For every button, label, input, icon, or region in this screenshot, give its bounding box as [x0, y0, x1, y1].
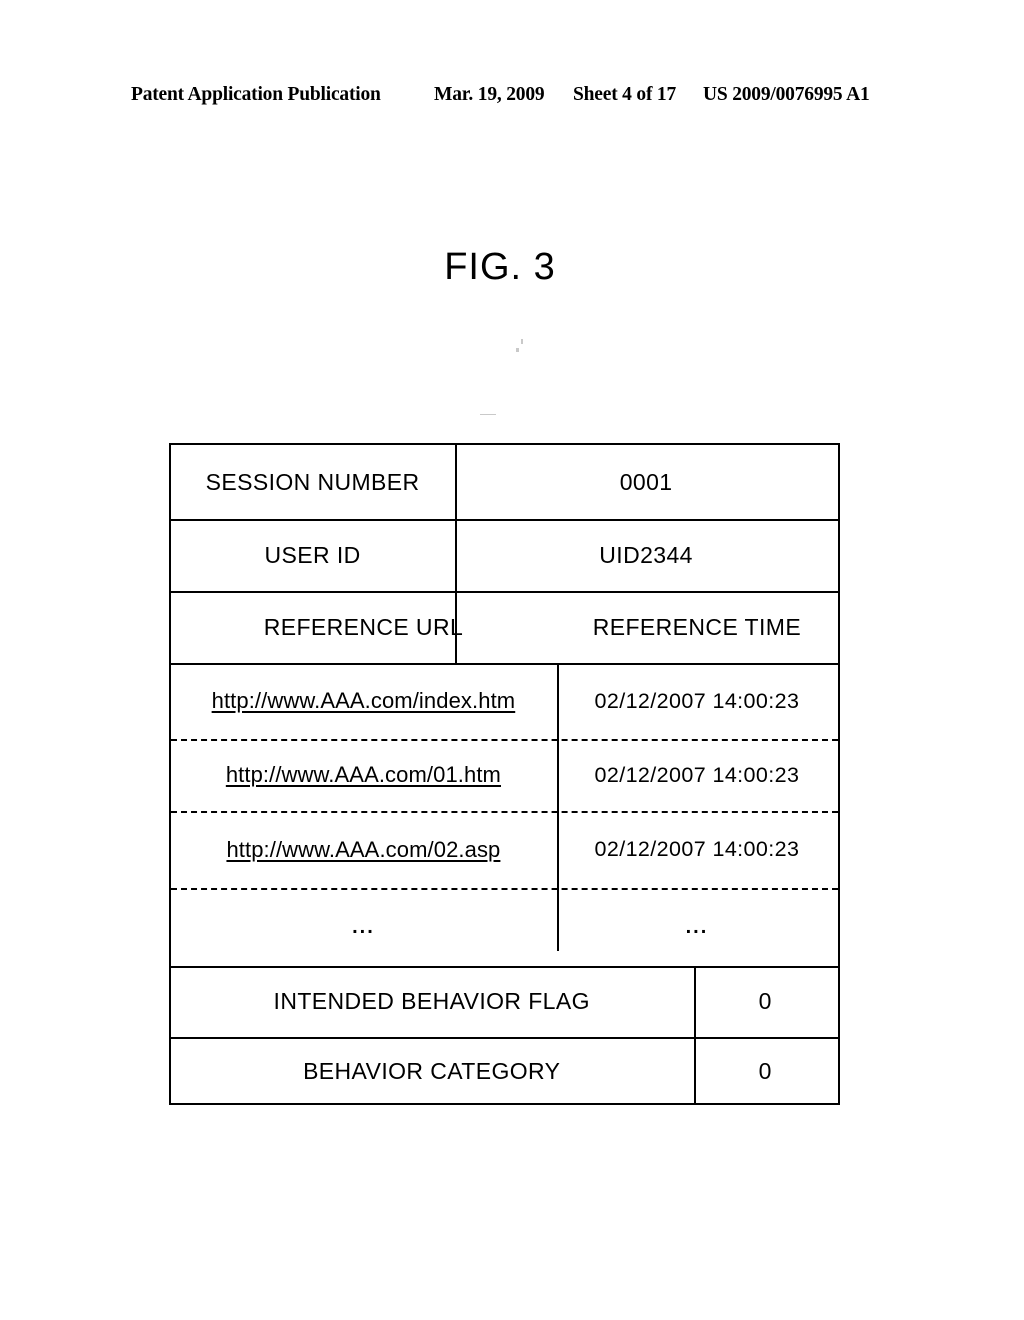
reference-time-header: REFERENCE TIME: [592, 613, 802, 640]
reference-url-header: REFERENCE URL: [263, 613, 464, 640]
session-record-table: SESSION NUMBER 0001 USER ID UID2344 REFE…: [169, 443, 840, 1105]
session-number-label: SESSION NUMBER: [205, 468, 420, 495]
behavior-category-value: 0: [758, 1057, 772, 1084]
table-row: http://www.AAA.com/02.asp 02/12/2007 14:…: [171, 811, 838, 888]
publication-date: Mar. 19, 2009: [434, 84, 545, 105]
scan-artifact: [516, 348, 519, 352]
ellipsis-icon: ...: [685, 915, 709, 938]
reference-time-cell: 02/12/2007 14:00:23: [594, 837, 800, 861]
continuation-url-ellipsis: ...: [171, 888, 556, 966]
user-id-value: UID2344: [599, 541, 693, 568]
scan-artifact: [480, 414, 496, 415]
reference-time-cell: 02/12/2007 14:00:23: [594, 688, 800, 713]
publication-label: Patent Application Publication: [131, 84, 381, 105]
figure-title-text: FIG. 3: [444, 246, 556, 288]
scan-artifact: [521, 339, 523, 344]
page-header: Patent Application Publication Mar. 19, …: [0, 84, 1024, 110]
table-row-continuation: ... ...: [171, 888, 838, 966]
table-row-user-id: USER ID UID2344: [171, 519, 838, 591]
reference-url-cell: http://www.AAA.com/01.htm: [171, 739, 556, 811]
table-row-reference-headers: REFERENCE URL REFERENCE TIME: [171, 591, 838, 663]
figure-title: FIG. 3: [0, 246, 1024, 289]
document-number: US 2009/0076995 A1: [703, 84, 870, 105]
table-row-behavior-category: BEHAVIOR CATEGORY 0: [171, 1037, 838, 1105]
reference-url-cell: http://www.AAA.com/02.asp: [171, 811, 556, 888]
behavior-category-label: BEHAVIOR CATEGORY: [303, 1057, 561, 1084]
table-row: http://www.AAA.com/01.htm 02/12/2007 14:…: [171, 739, 838, 811]
user-id-label: USER ID: [264, 541, 361, 568]
sheet-number: Sheet 4 of 17: [573, 84, 677, 105]
table-row-intended-behavior-flag: INTENDED BEHAVIOR FLAG 0: [171, 966, 838, 1037]
table-row-session-number: SESSION NUMBER 0001: [171, 445, 838, 519]
reference-url-link[interactable]: http://www.AAA.com/01.htm: [226, 762, 501, 788]
reference-url-cell: http://www.AAA.com/index.htm: [171, 663, 556, 739]
table-row: http://www.AAA.com/index.htm 02/12/2007 …: [171, 663, 838, 739]
intended-behavior-flag-value: 0: [758, 988, 772, 1014]
reference-url-link[interactable]: http://www.AAA.com/index.htm: [212, 688, 516, 714]
session-number-value: 0001: [619, 468, 673, 495]
continuation-time-ellipsis: ...: [556, 888, 838, 966]
reference-time-cell: 02/12/2007 14:00:23: [594, 762, 800, 787]
reference-url-link[interactable]: http://www.AAA.com/02.asp: [226, 837, 500, 863]
ellipsis-icon: ...: [352, 915, 375, 938]
intended-behavior-flag-label: INTENDED BEHAVIOR FLAG: [273, 988, 590, 1014]
